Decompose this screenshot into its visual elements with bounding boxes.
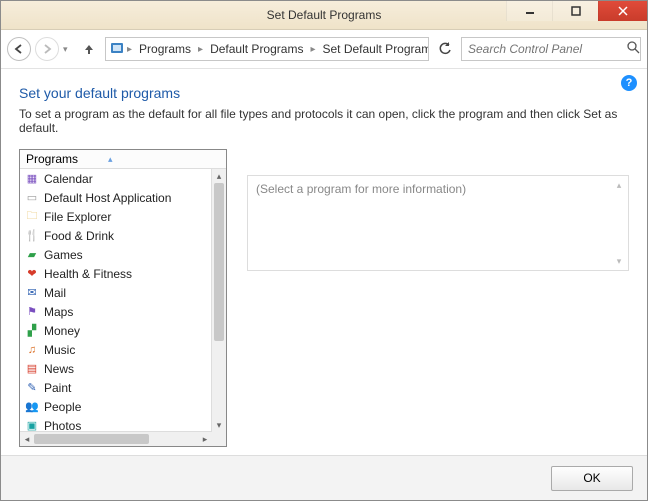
close-button[interactable]	[598, 1, 647, 21]
up-button[interactable]	[77, 37, 101, 61]
crumb-sep: ▸	[126, 44, 133, 55]
detail-pane: (Select a program for more information) …	[247, 175, 629, 447]
list-item-label: Mail	[44, 286, 66, 300]
list-item-label: Food & Drink	[44, 229, 114, 243]
scroll-left-icon[interactable]: ◂	[20, 432, 34, 446]
list-header-label: Programs	[26, 152, 78, 166]
forward-icon	[41, 43, 53, 55]
app-icon: ▭	[24, 190, 40, 206]
refresh-icon	[438, 42, 452, 56]
list-item-label: Default Host Application	[44, 191, 171, 205]
list-item[interactable]: 🍴 Food & Drink	[20, 226, 212, 245]
instructions: To set a program as the default for all …	[19, 107, 629, 135]
vertical-scrollbar[interactable]: ▴ ▾	[211, 169, 226, 432]
scroll-down-icon: ▾	[612, 254, 626, 268]
crumb-programs[interactable]: Programs	[135, 42, 195, 56]
crumb-set-default-programs[interactable]: Set Default Programs	[318, 42, 429, 56]
search-input[interactable]	[466, 41, 627, 57]
app-icon: ▞	[24, 323, 40, 339]
program-list: Programs ▴ ▦ Calendar ▭ Default Host Applic…	[19, 149, 227, 447]
detail-placeholder: (Select a program for more information)	[256, 182, 466, 196]
back-button[interactable]	[7, 37, 31, 61]
list-scroll: ▦ Calendar ▭ Default Host Application 🗀 File …	[20, 169, 226, 446]
list-item-label: Maps	[44, 305, 73, 319]
detail-box: (Select a program for more information) …	[247, 175, 629, 271]
list-item[interactable]: ▭ Default Host Application	[20, 188, 212, 207]
list-item-label: Paint	[44, 381, 71, 395]
list-item[interactable]: ▰ Games	[20, 245, 212, 264]
recent-locations-dropdown[interactable]: ▾	[63, 44, 71, 55]
list-item[interactable]: ▞ Money	[20, 321, 212, 340]
list-item[interactable]: 🗀 File Explorer	[20, 207, 212, 226]
crumb-sep: ▸	[309, 44, 316, 55]
refresh-button[interactable]	[433, 37, 457, 61]
ok-button[interactable]: OK	[551, 466, 633, 491]
window-controls	[506, 1, 647, 29]
footer: OK	[1, 455, 647, 500]
horizontal-scrollbar[interactable]: ◂ ▸	[20, 431, 212, 446]
list-item[interactable]: ♫ Music	[20, 340, 212, 359]
close-icon	[618, 6, 628, 16]
control-panel-icon	[110, 41, 124, 57]
page-title: Set your default programs	[19, 85, 629, 101]
list-item-label: News	[44, 362, 74, 376]
crumb-default-programs[interactable]: Default Programs	[206, 42, 307, 56]
forward-button[interactable]	[35, 37, 59, 61]
scroll-thumb[interactable]	[214, 183, 224, 341]
addressbar[interactable]: ▸ Programs ▸ Default Programs ▸ Set Defa…	[105, 37, 429, 61]
list-item[interactable]: ✎ Paint	[20, 378, 212, 397]
search-box[interactable]	[461, 37, 641, 61]
scroll-down-icon[interactable]: ▾	[212, 418, 226, 432]
help-icon[interactable]: ?	[621, 75, 637, 91]
app-icon: ❤	[24, 266, 40, 282]
list-item[interactable]: ⚑ Maps	[20, 302, 212, 321]
minimize-icon	[525, 6, 535, 16]
up-icon	[82, 42, 96, 56]
titlebar: Set Default Programs	[1, 1, 647, 30]
window: Set Default Programs ▾	[0, 0, 648, 501]
content: ? Set your default programs To set a pro…	[1, 69, 647, 455]
list-item[interactable]: ❤ Health & Fitness	[20, 264, 212, 283]
scroll-up-icon[interactable]: ▴	[212, 169, 226, 183]
list-item-label: Money	[44, 324, 80, 338]
list-item-label: File Explorer	[44, 210, 111, 224]
list-header[interactable]: Programs ▴	[20, 150, 226, 169]
list-item-label: People	[44, 400, 81, 414]
search-icon	[627, 41, 640, 57]
detail-scrollbar[interactable]: ▴ ▾	[612, 178, 626, 268]
list-item[interactable]: ▤ News	[20, 359, 212, 378]
app-icon: ⚑	[24, 304, 40, 320]
scroll-right-icon[interactable]: ▸	[198, 432, 212, 446]
list-item[interactable]: ▦ Calendar	[20, 169, 212, 188]
app-icon: 🍴	[24, 228, 40, 244]
ok-button-label: OK	[583, 471, 600, 485]
minimize-button[interactable]	[506, 1, 552, 21]
list-item[interactable]: ✉ Mail	[20, 283, 212, 302]
scroll-thumb[interactable]	[34, 434, 149, 444]
app-icon: ▰	[24, 247, 40, 263]
navbar: ▾ ▸ Programs ▸ Default Programs ▸ Set De…	[1, 30, 647, 69]
scroll-up-icon: ▴	[612, 178, 626, 192]
list-item-label: Calendar	[44, 172, 93, 186]
app-icon: ▤	[24, 361, 40, 377]
sort-indicator-icon: ▴	[108, 154, 113, 165]
app-icon: 👥	[24, 399, 40, 415]
app-icon: ✎	[24, 380, 40, 396]
list-item[interactable]: 👥 People	[20, 397, 212, 416]
app-icon: ♫	[24, 342, 40, 358]
maximize-icon	[571, 6, 581, 16]
window-title: Set Default Programs	[267, 8, 382, 22]
list-item-label: Music	[44, 343, 75, 357]
back-icon	[13, 43, 25, 55]
scroll-corner	[212, 432, 226, 446]
body-row: Programs ▴ ▦ Calendar ▭ Default Host Applic…	[19, 149, 629, 447]
app-icon: ▦	[24, 171, 40, 187]
list-item-label: Health & Fitness	[44, 267, 132, 281]
list-item-label: Games	[44, 248, 83, 262]
maximize-button[interactable]	[552, 1, 598, 21]
app-icon: ✉	[24, 285, 40, 301]
app-icon: 🗀	[24, 209, 40, 225]
crumb-sep: ▸	[197, 44, 204, 55]
